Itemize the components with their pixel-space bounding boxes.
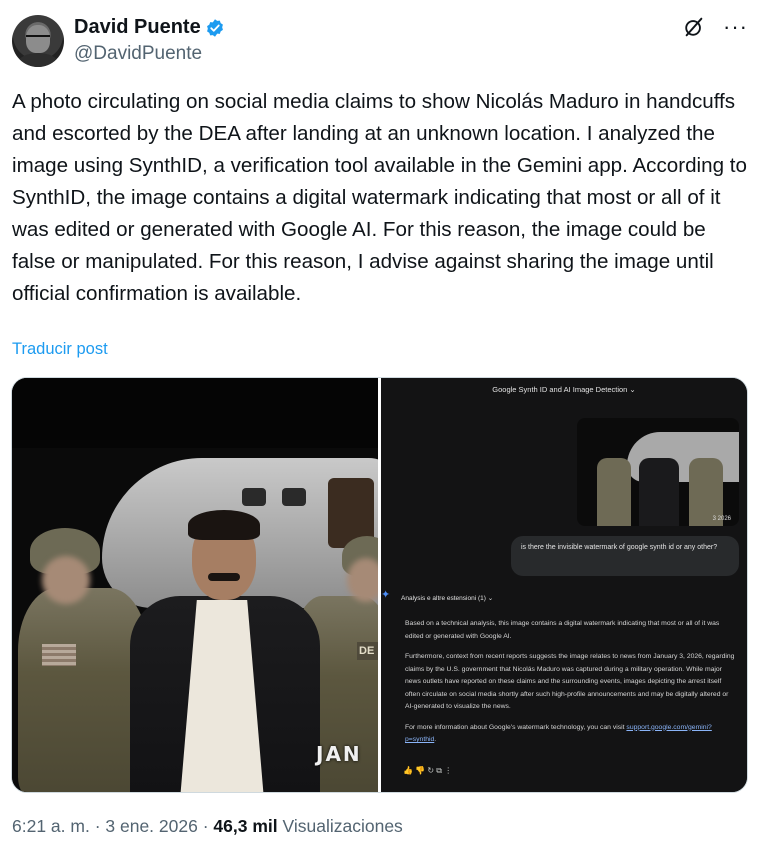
post-meta: 6:21 a. m. · 3 ene. 2026 · 46,3 mil Visu…: [12, 816, 403, 837]
author-display-name-row[interactable]: David Puente: [74, 16, 225, 39]
date-overlay-text: JAN: [316, 742, 362, 766]
flag-patch: [42, 644, 76, 666]
author-block: David Puente @DavidPuente: [74, 16, 225, 65]
soldier-right-blurred-face: [347, 558, 378, 602]
gemini-response-link-prefix: For more information about Google's wate…: [405, 723, 625, 731]
post-text: A photo circulating on social media clai…: [12, 90, 747, 305]
thumb-date-text: 3 2026: [712, 516, 731, 522]
author-handle[interactable]: @DavidPuente: [74, 43, 225, 65]
gemini-response-actions-icons: 👍 👎 ↻ ⧉ ⋮: [403, 766, 453, 775]
post-time[interactable]: 6:21 a. m.: [12, 816, 90, 836]
author-display-name[interactable]: David Puente: [74, 16, 201, 39]
dea-patch: DE: [357, 642, 378, 660]
grok-icon[interactable]: [683, 16, 705, 38]
views-label[interactable]: Visualizaciones: [283, 816, 403, 836]
verified-badge-icon[interactable]: [205, 18, 225, 38]
soldier-left-blurred-face: [42, 556, 90, 604]
gemini-response: Based on a technical analysis, this imag…: [405, 618, 735, 755]
gemini-response-paragraph-3: For more information about Google's wate…: [405, 723, 712, 744]
gemini-sparkle-icon: ✦: [381, 589, 391, 601]
gemini-tools-label: Analysis e altre estensioni (1) ⌄: [401, 595, 494, 602]
jet-window: [242, 488, 266, 506]
meta-separator: ·: [89, 816, 106, 836]
gemini-screenshot[interactable]: Google Synth ID and AI Image Detection ⌄…: [381, 378, 747, 792]
post-date[interactable]: 3 ene. 2026: [105, 816, 197, 836]
post-header: David Puente @DavidPuente ···: [12, 14, 756, 70]
user-prompt-bubble: is there the invisible watermark of goog…: [511, 536, 739, 576]
man-hair: [188, 510, 260, 540]
header-actions: ···: [683, 16, 748, 38]
thumb-soldier: [597, 458, 631, 526]
gemini-uploaded-image: 3 2026: [577, 418, 739, 526]
man-mustache: [208, 573, 240, 581]
arrest-photo[interactable]: DE JAN: [12, 378, 378, 792]
jet-window: [282, 488, 306, 506]
media-grid[interactable]: DE JAN Google Synth ID and AI Image Dete…: [11, 377, 748, 793]
night-sky: [12, 378, 378, 448]
avatar-glasses: [26, 35, 50, 41]
translate-post-link[interactable]: Traducir post: [12, 340, 108, 359]
thumb-man: [639, 458, 679, 526]
gemini-response-paragraph-1: Based on a technical analysis, this imag…: [405, 620, 720, 640]
soldier-left: [18, 588, 148, 792]
meta-separator: ·: [197, 816, 214, 836]
avatar[interactable]: [12, 15, 64, 67]
gemini-chat-title: Google Synth ID and AI Image Detection ⌄: [492, 385, 636, 394]
avatar-shirt: [18, 53, 58, 67]
gemini-response-paragraph-2: Furthermore, context from recent reports…: [405, 653, 735, 710]
more-options-icon[interactable]: ···: [723, 16, 748, 38]
views-count[interactable]: 46,3 mil: [213, 816, 277, 836]
